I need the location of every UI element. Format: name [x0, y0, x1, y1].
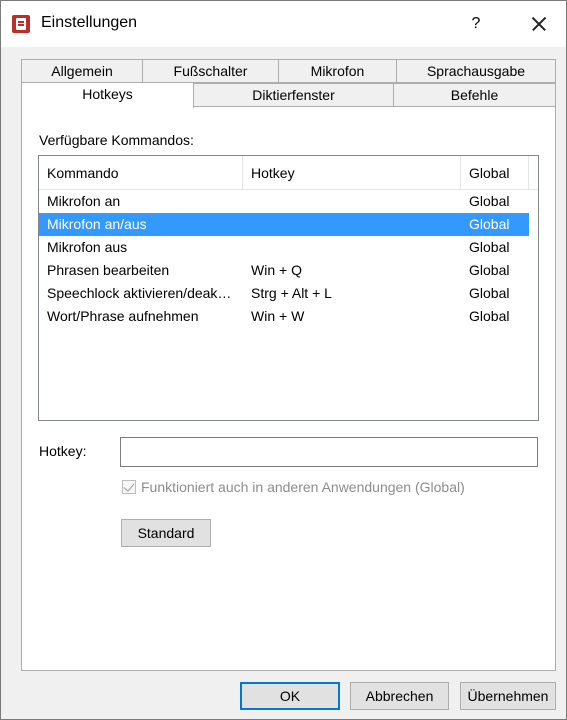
- app-icon: [12, 15, 30, 33]
- close-icon[interactable]: [516, 7, 562, 41]
- row-hotkey: Strg + Alt + L: [251, 285, 332, 301]
- title-bar[interactable]: Einstellungen ?: [1, 1, 566, 47]
- row-command: Wort/Phrase aufnehmen: [47, 308, 199, 324]
- hotkey-input[interactable]: [120, 437, 538, 467]
- ok-button[interactable]: OK: [240, 682, 340, 710]
- hotkey-label: Hotkey:: [39, 443, 87, 459]
- tab-sprachausgabe[interactable]: Sprachausgabe: [396, 59, 556, 83]
- global-checkbox-label: Funktioniert auch in anderen Anwendungen…: [141, 479, 465, 495]
- help-button[interactable]: ?: [456, 7, 496, 41]
- row-global: Global: [469, 239, 510, 255]
- tab-allgemein[interactable]: Allgemein: [21, 59, 143, 83]
- commands-list[interactable]: Kommando Hotkey Global Mikrofon an Globa…: [38, 155, 539, 421]
- list-row[interactable]: Phrasen bearbeiten Win + Q Global: [39, 259, 538, 282]
- list-row-selected[interactable]: Mikrofon an/aus Global: [39, 213, 529, 236]
- list-row[interactable]: Wort/Phrase aufnehmen Win + W Global: [39, 305, 538, 328]
- tab-fussschalter[interactable]: Fußschalter: [142, 59, 279, 83]
- apply-button[interactable]: Übernehmen: [460, 682, 556, 710]
- cancel-button[interactable]: Abbrechen: [350, 682, 449, 710]
- list-row[interactable]: Mikrofon aus Global: [39, 236, 538, 259]
- column-header-global[interactable]: Global: [461, 156, 529, 190]
- row-global: Global: [469, 193, 510, 209]
- row-command: Speechlock aktivieren/deak…: [47, 285, 232, 301]
- commands-label: Verfügbare Kommandos:: [39, 132, 194, 148]
- tab-hotkeys[interactable]: Hotkeys: [21, 82, 194, 108]
- row-command: Mikrofon an/aus: [47, 216, 147, 232]
- window-title: Einstellungen: [41, 14, 138, 31]
- column-header-kommando[interactable]: Kommando: [39, 156, 243, 190]
- tab-diktierfenster[interactable]: Diktierfenster: [193, 83, 394, 107]
- row-global: Global: [469, 308, 510, 324]
- row-global: Global: [469, 285, 510, 301]
- tab-befehle[interactable]: Befehle: [393, 83, 556, 107]
- row-hotkey: Win + Q: [251, 262, 302, 278]
- row-command: Mikrofon an: [47, 193, 121, 209]
- row-global: Global: [469, 262, 510, 278]
- settings-dialog: Einstellungen ? Allgemein Fußschalter Mi…: [0, 0, 567, 720]
- column-header-hotkey[interactable]: Hotkey: [243, 156, 461, 190]
- list-header: Kommando Hotkey Global: [39, 156, 538, 190]
- list-row[interactable]: Speechlock aktivieren/deak… Strg + Alt +…: [39, 282, 538, 305]
- list-row[interactable]: Mikrofon an Global: [39, 190, 538, 213]
- row-global: Global: [469, 216, 510, 232]
- row-command: Phrasen bearbeiten: [47, 262, 170, 278]
- row-hotkey: Win + W: [251, 308, 305, 324]
- row-command: Mikrofon aus: [47, 239, 128, 255]
- global-checkbox[interactable]: [122, 480, 136, 494]
- tab-mikrofon[interactable]: Mikrofon: [278, 59, 397, 83]
- standard-button[interactable]: Standard: [121, 519, 211, 547]
